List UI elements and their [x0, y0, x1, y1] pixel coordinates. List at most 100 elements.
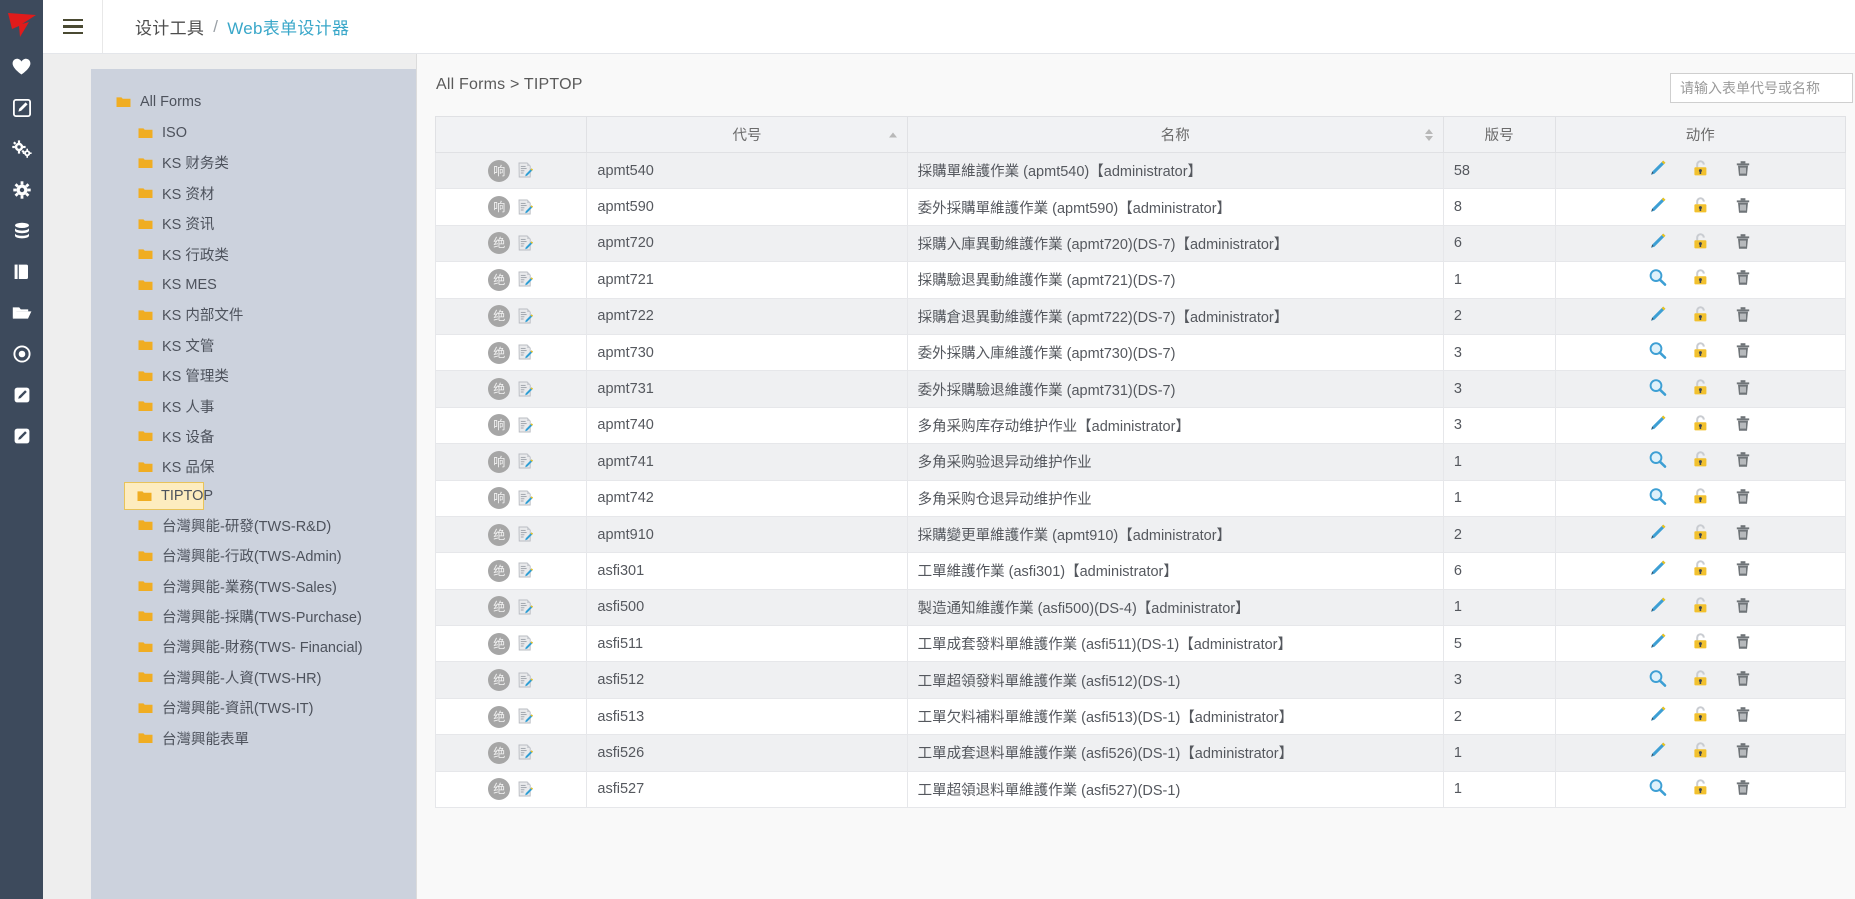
edit-button[interactable] [1648, 596, 1667, 619]
th-name[interactable]: 名称 [906, 116, 1444, 153]
edit-button[interactable] [1648, 523, 1667, 546]
target-circle-icon[interactable] [0, 333, 43, 374]
table-row[interactable]: 绝 asfi511 工單成套發料單維護作業 (asfi511)(DS-1)【admi… [434, 625, 1847, 663]
folder-open-icon[interactable] [0, 292, 43, 333]
delete-button[interactable] [1734, 705, 1752, 728]
status-badge[interactable]: 绝 [488, 632, 511, 655]
edit-button[interactable] [1648, 559, 1667, 582]
status-badge[interactable]: 响 [488, 450, 511, 473]
breadcrumb-root[interactable]: 设计工具 [135, 14, 204, 39]
pencil-square-icon[interactable] [0, 374, 43, 415]
tree-item-台灣興能-財務(tws--financial)[interactable]: 台灣興能-財務(TWS- Financial) [91, 632, 416, 662]
th-code[interactable]: 代号 [586, 116, 908, 153]
book-icon[interactable] [0, 251, 43, 292]
edit-button[interactable] [1648, 305, 1667, 328]
lock-button[interactable] [1691, 341, 1710, 364]
delete-button[interactable] [1734, 778, 1752, 801]
table-row[interactable]: 响 apmt742 多角采购仓退异动维护作业 1 [434, 479, 1847, 517]
tree-item-iso[interactable]: ISO [91, 117, 416, 147]
status-badge[interactable]: 绝 [488, 232, 511, 255]
edit-button[interactable] [1648, 196, 1667, 219]
tree-item-ks-内部文件[interactable]: KS 内部文件 [91, 300, 416, 330]
delete-button[interactable] [1734, 232, 1752, 255]
edit-button[interactable] [1648, 414, 1667, 437]
lock-button[interactable] [1691, 705, 1710, 728]
table-row[interactable]: 绝 apmt722 採購倉退異動維護作業 (apmt722)(DS-7)【admin… [434, 297, 1847, 335]
tree-item-ks-品保[interactable]: KS 品保 [91, 452, 416, 482]
delete-button[interactable] [1734, 268, 1752, 291]
view-button[interactable] [1648, 669, 1667, 692]
database-icon[interactable] [0, 210, 43, 251]
pencil-square-icon-2[interactable] [0, 415, 43, 456]
heart-icon[interactable] [0, 46, 43, 87]
view-button[interactable] [1648, 450, 1667, 473]
delete-button[interactable] [1734, 596, 1752, 619]
table-row[interactable]: 绝 asfi301 工單維護作業 (asfi301)【administrator】 6 [434, 552, 1847, 590]
forms-table-scroll[interactable]: 代号 名称 版号 动作 响 apmt540 採購單維護作業 (apmt540)【… [417, 116, 1855, 899]
tree-item-ks-mes[interactable]: KS MES [91, 269, 416, 299]
lock-button[interactable] [1691, 414, 1710, 437]
delete-button[interactable] [1734, 559, 1752, 582]
edit-button[interactable] [1648, 159, 1667, 182]
table-row[interactable]: 绝 apmt721 採購驗退異動維護作業 (apmt721)(DS-7) 1 [434, 261, 1847, 299]
tree-item-ks-行政类[interactable]: KS 行政类 [91, 239, 416, 269]
table-row[interactable]: 绝 apmt720 採購入庫異動維護作業 (apmt720)(DS-7)【admin… [434, 224, 1847, 263]
view-button[interactable] [1648, 778, 1667, 801]
edit-square-icon[interactable] [0, 87, 43, 128]
delete-button[interactable] [1734, 159, 1752, 182]
edit-button[interactable] [1648, 632, 1667, 655]
tree-item-ks-人事[interactable]: KS 人事 [91, 391, 416, 421]
tree-item-ks-设备[interactable]: KS 设备 [91, 421, 416, 451]
delete-button[interactable] [1734, 741, 1752, 764]
lock-button[interactable] [1691, 487, 1710, 510]
table-row[interactable]: 响 apmt590 委外採購單維護作業 (apmt590)【administrato… [434, 188, 1847, 226]
lock-button[interactable] [1691, 196, 1710, 219]
tree-item-台灣興能-資訊(tws-it)[interactable]: 台灣興能-資訊(TWS-IT) [91, 692, 416, 722]
sort-indicator-code[interactable] [888, 132, 897, 137]
delete-button[interactable] [1734, 305, 1752, 328]
delete-button[interactable] [1734, 632, 1752, 655]
lock-button[interactable] [1691, 778, 1710, 801]
tree-item-台灣興能-行政(tws-admin)[interactable]: 台灣興能-行政(TWS-Admin) [91, 540, 416, 570]
delete-button[interactable] [1734, 450, 1752, 473]
table-row[interactable]: 绝 apmt731 委外採購驗退維護作業 (apmt731)(DS-7) 3 [434, 370, 1847, 408]
delete-button[interactable] [1734, 341, 1752, 364]
lock-button[interactable] [1691, 559, 1710, 582]
delete-button[interactable] [1734, 487, 1752, 510]
table-row[interactable]: 响 apmt540 採購單維護作業 (apmt540)【administrator】… [434, 151, 1847, 190]
status-badge[interactable]: 响 [488, 159, 511, 182]
status-badge[interactable]: 绝 [488, 596, 511, 619]
tree-item-台灣興能-研發(tws-r&d)[interactable]: 台灣興能-研發(TWS-R&D) [91, 510, 416, 540]
tree-item-all-forms[interactable]: All Forms [91, 87, 416, 117]
status-badge[interactable]: 响 [488, 196, 511, 219]
edit-button[interactable] [1648, 705, 1667, 728]
status-badge[interactable]: 绝 [488, 268, 511, 291]
table-row[interactable]: 绝 asfi527 工單超領退料單維護作業 (asfi527)(DS-1) 1 [434, 770, 1847, 809]
lock-button[interactable] [1691, 596, 1710, 619]
table-row[interactable]: 绝 asfi513 工單欠料補料單維護作業 (asfi513)(DS-1)【admi… [434, 697, 1847, 736]
lock-button[interactable] [1691, 378, 1710, 401]
tree-item-tiptop[interactable]: TIPTOP [124, 482, 213, 511]
lock-button[interactable] [1691, 669, 1710, 692]
lock-button[interactable] [1691, 450, 1710, 473]
tree-item-台灣興能-人資(tws-hr)[interactable]: 台灣興能-人資(TWS-HR) [91, 662, 416, 692]
delete-button[interactable] [1734, 414, 1752, 437]
delete-button[interactable] [1734, 523, 1752, 546]
hamburger-icon[interactable] [43, 0, 103, 53]
brand-logo[interactable] [0, 4, 43, 46]
view-button[interactable] [1648, 487, 1667, 510]
lock-button[interactable] [1691, 159, 1710, 182]
lock-button[interactable] [1691, 268, 1710, 291]
status-badge[interactable]: 绝 [488, 705, 511, 728]
lock-button[interactable] [1691, 741, 1710, 764]
tree-item-台灣興能-業務(tws-sales)[interactable]: 台灣興能-業務(TWS-Sales) [91, 571, 416, 601]
delete-button[interactable] [1734, 669, 1752, 692]
view-button[interactable] [1648, 378, 1667, 401]
tree-item-台灣興能表單[interactable]: 台灣興能表單 [91, 723, 416, 753]
status-badge[interactable]: 绝 [488, 341, 511, 364]
lock-button[interactable] [1691, 632, 1710, 655]
lock-button[interactable] [1691, 523, 1710, 546]
status-badge[interactable]: 绝 [488, 305, 511, 328]
sort-indicator-name[interactable] [1424, 128, 1433, 141]
lock-button[interactable] [1691, 305, 1710, 328]
